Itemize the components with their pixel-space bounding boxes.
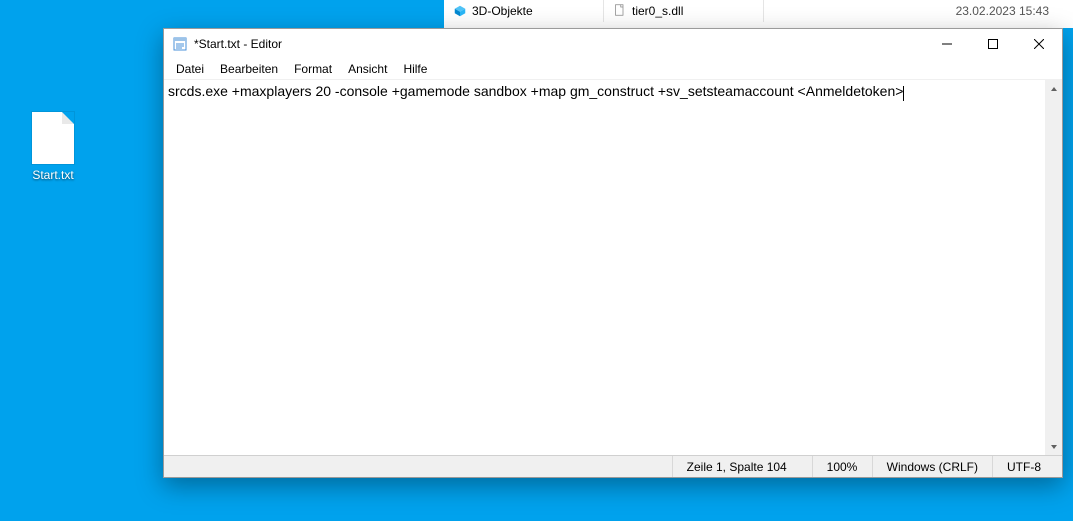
window-title: *Start.txt - Editor [194, 37, 282, 51]
editor-text-line: srcds.exe +maxplayers 20 -console +gamem… [168, 83, 903, 99]
status-line-ending: Windows (CRLF) [872, 456, 992, 477]
background-explorer-header: 3D-Objekte tier0_s.dll 23.02.2023 15:43 [444, 0, 1073, 22]
explorer-timestamp: 23.02.2023 15:43 [956, 4, 1073, 18]
titlebar[interactable]: *Start.txt - Editor [164, 29, 1062, 59]
file-icon [614, 4, 626, 19]
cube-icon [454, 5, 466, 17]
menu-help[interactable]: Hilfe [395, 61, 435, 77]
scroll-up-icon[interactable] [1045, 80, 1062, 97]
editor-area[interactable]: srcds.exe +maxplayers 20 -console +gamem… [164, 79, 1062, 455]
status-encoding: UTF-8 [992, 456, 1062, 477]
notepad-icon [172, 36, 188, 52]
text-file-icon [32, 112, 74, 164]
explorer-file-tier0[interactable]: tier0_s.dll [604, 0, 764, 22]
explorer-file-label: tier0_s.dll [632, 4, 683, 18]
menu-format[interactable]: Format [286, 61, 340, 77]
status-cursor-position: Zeile 1, Spalte 104 [672, 456, 812, 477]
menu-view[interactable]: Ansicht [340, 61, 395, 77]
explorer-tab-label: 3D-Objekte [472, 4, 533, 18]
vertical-scrollbar[interactable] [1045, 80, 1062, 455]
notepad-window: *Start.txt - Editor Datei Bearbeiten For… [163, 28, 1063, 478]
menu-file[interactable]: Datei [168, 61, 212, 77]
status-zoom: 100% [812, 456, 872, 477]
statusbar: Zeile 1, Spalte 104 100% Windows (CRLF) … [164, 455, 1062, 477]
explorer-tab-3d-objects[interactable]: 3D-Objekte [444, 0, 604, 22]
desktop-icon-start-txt[interactable]: Start.txt [18, 112, 88, 182]
menubar: Datei Bearbeiten Format Ansicht Hilfe [164, 59, 1062, 79]
maximize-button[interactable] [970, 29, 1016, 59]
editor-content[interactable]: srcds.exe +maxplayers 20 -console +gamem… [164, 80, 1045, 455]
menu-edit[interactable]: Bearbeiten [212, 61, 286, 77]
text-caret [903, 86, 904, 101]
scroll-down-icon[interactable] [1045, 438, 1062, 455]
scroll-track[interactable] [1045, 97, 1062, 438]
minimize-button[interactable] [924, 29, 970, 59]
status-spacer [164, 456, 672, 477]
close-button[interactable] [1016, 29, 1062, 59]
desktop-icon-label: Start.txt [18, 168, 88, 182]
